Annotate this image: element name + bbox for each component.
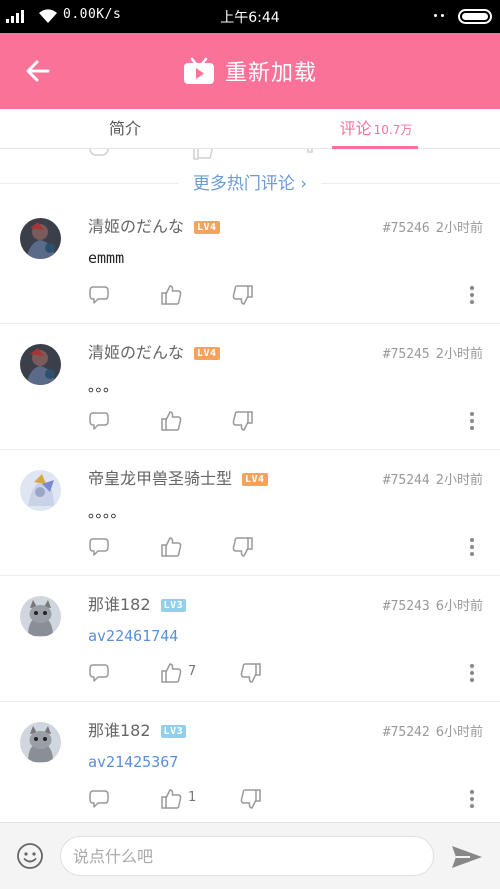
username-text: 帝皇龙甲兽圣骑士型 bbox=[88, 469, 233, 488]
comment-item[interactable]: 清姬のだんな LV4 #75245 2小时前。。。 bbox=[0, 324, 500, 450]
title-bar: 重新加载 bbox=[0, 33, 500, 109]
tab-comments[interactable]: 评论 10.7万 bbox=[320, 109, 432, 149]
thumb-up-icon[interactable] bbox=[160, 788, 182, 810]
comments-count: 10.7万 bbox=[373, 123, 413, 137]
comment-text[interactable]: av22461744 bbox=[88, 627, 178, 645]
username[interactable]: 清姬のだんな LV4 bbox=[88, 213, 220, 237]
thumb-down-icon[interactable] bbox=[240, 788, 262, 810]
reply-icon bbox=[89, 149, 109, 156]
tab-bar: 简介 评论 10.7万 bbox=[0, 109, 500, 149]
thumb-down-icon[interactable] bbox=[232, 410, 254, 432]
level-badge: LV4 bbox=[242, 473, 268, 486]
floor-time: #75245 2小时前 bbox=[383, 343, 483, 362]
comment-item[interactable]: 那谁182 LV3 #75243 6小时前 av22461744 7 bbox=[0, 576, 500, 702]
reply-icon[interactable] bbox=[88, 536, 110, 558]
tv-icon bbox=[183, 57, 214, 84]
more-vertical-icon[interactable] bbox=[470, 286, 474, 304]
username-text: 那谁182 bbox=[88, 595, 151, 614]
tab-comments-label: 评论 bbox=[339, 119, 372, 138]
comment-item[interactable]: 那谁182 LV3 #75242 6小时前 av21425367 1 bbox=[0, 702, 500, 828]
reload-button[interactable]: 重新加载 bbox=[0, 55, 500, 89]
thumb-down-icon[interactable] bbox=[240, 662, 262, 684]
post-time: 2小时前 bbox=[435, 473, 483, 488]
reply-icon[interactable] bbox=[88, 788, 110, 810]
thumb-down-icon bbox=[307, 149, 313, 153]
more-vertical-icon[interactable] bbox=[470, 538, 474, 556]
avatar[interactable] bbox=[20, 470, 61, 511]
username[interactable]: 帝皇龙甲兽圣骑士型 LV4 bbox=[88, 465, 268, 489]
username[interactable]: 清姬のだんな LV4 bbox=[88, 339, 220, 363]
reply-icon[interactable] bbox=[88, 410, 110, 432]
thumb-up-icon[interactable] bbox=[160, 410, 182, 432]
thumb-down-icon[interactable] bbox=[232, 284, 254, 306]
floor-time: #75243 6小时前 bbox=[383, 595, 483, 614]
like-count: 7 bbox=[188, 664, 197, 679]
comment-text: emmm bbox=[88, 249, 125, 267]
floor-number: #75243 bbox=[382, 599, 430, 614]
reply-icon[interactable] bbox=[88, 662, 110, 684]
more-hot-comments-label: 更多热门评论 › bbox=[178, 170, 322, 198]
more-vertical-icon[interactable] bbox=[470, 790, 474, 808]
send-icon[interactable] bbox=[450, 843, 484, 871]
thumb-up-icon bbox=[193, 149, 214, 160]
comment-input-bar bbox=[0, 822, 500, 889]
comment-item[interactable]: 帝皇龙甲兽圣骑士型 LV4 #75244 2小时前。。。。 bbox=[0, 450, 500, 576]
floor-number: #75245 bbox=[382, 347, 430, 362]
post-time: 6小时前 bbox=[435, 599, 483, 614]
comment-item[interactable]: 清姬のだんな LV4 #75246 2小时前 emmm bbox=[0, 198, 500, 324]
username[interactable]: 那谁182 LV3 bbox=[88, 591, 187, 615]
username-text: 清姬のだんな bbox=[88, 217, 185, 236]
page-title: 重新加载 bbox=[224, 61, 317, 86]
thumb-up-icon[interactable] bbox=[160, 662, 182, 684]
comment-text[interactable]: av21425367 bbox=[88, 753, 178, 771]
floor-number: #75244 bbox=[382, 473, 430, 488]
thumb-up-icon[interactable] bbox=[160, 284, 182, 306]
avatar[interactable] bbox=[20, 596, 61, 637]
clock: 上午6:44 bbox=[220, 10, 280, 26]
username[interactable]: 那谁182 LV3 bbox=[88, 717, 187, 741]
tab-intro[interactable]: 简介 bbox=[65, 109, 185, 149]
more-vertical-icon[interactable] bbox=[470, 412, 474, 430]
scrolled-comment-actions bbox=[0, 149, 500, 171]
more-vertical-icon[interactable] bbox=[470, 664, 474, 682]
floor-number: #75242 bbox=[382, 725, 430, 740]
username-text: 清姬のだんな bbox=[88, 343, 185, 362]
avatar[interactable] bbox=[20, 218, 61, 259]
post-time: 2小时前 bbox=[435, 347, 483, 362]
post-time: 2小时前 bbox=[435, 221, 483, 236]
more-hot-comments-link[interactable]: 更多热门评论 › bbox=[0, 170, 500, 198]
notification-dots-icon bbox=[434, 14, 448, 18]
reply-icon[interactable] bbox=[88, 284, 110, 306]
level-badge: LV3 bbox=[160, 725, 187, 738]
thumb-up-icon[interactable] bbox=[160, 536, 182, 558]
post-time: 6小时前 bbox=[435, 725, 483, 740]
tab-intro-label: 简介 bbox=[108, 119, 141, 138]
floor-number: #75246 bbox=[382, 221, 430, 236]
floor-time: #75246 2小时前 bbox=[383, 217, 483, 236]
floor-time: #75244 2小时前 bbox=[383, 469, 483, 488]
level-badge: LV3 bbox=[160, 599, 187, 612]
thumb-down-icon[interactable] bbox=[232, 536, 254, 558]
status-bar: 0.00K/s 上午6:44 bbox=[0, 0, 500, 33]
avatar[interactable] bbox=[20, 344, 61, 385]
like-count: 1 bbox=[188, 790, 197, 805]
comment-text: 。。。。 bbox=[88, 503, 126, 521]
avatar[interactable] bbox=[20, 722, 61, 763]
floor-time: #75242 6小时前 bbox=[383, 721, 483, 740]
username-text: 那谁182 bbox=[88, 721, 151, 740]
level-badge: LV4 bbox=[194, 347, 220, 360]
comment-text: 。。。 bbox=[88, 377, 119, 395]
battery-icon bbox=[458, 9, 492, 24]
emoji-icon[interactable] bbox=[16, 842, 44, 870]
comment-input[interactable] bbox=[60, 836, 434, 876]
level-badge: LV4 bbox=[194, 221, 220, 234]
